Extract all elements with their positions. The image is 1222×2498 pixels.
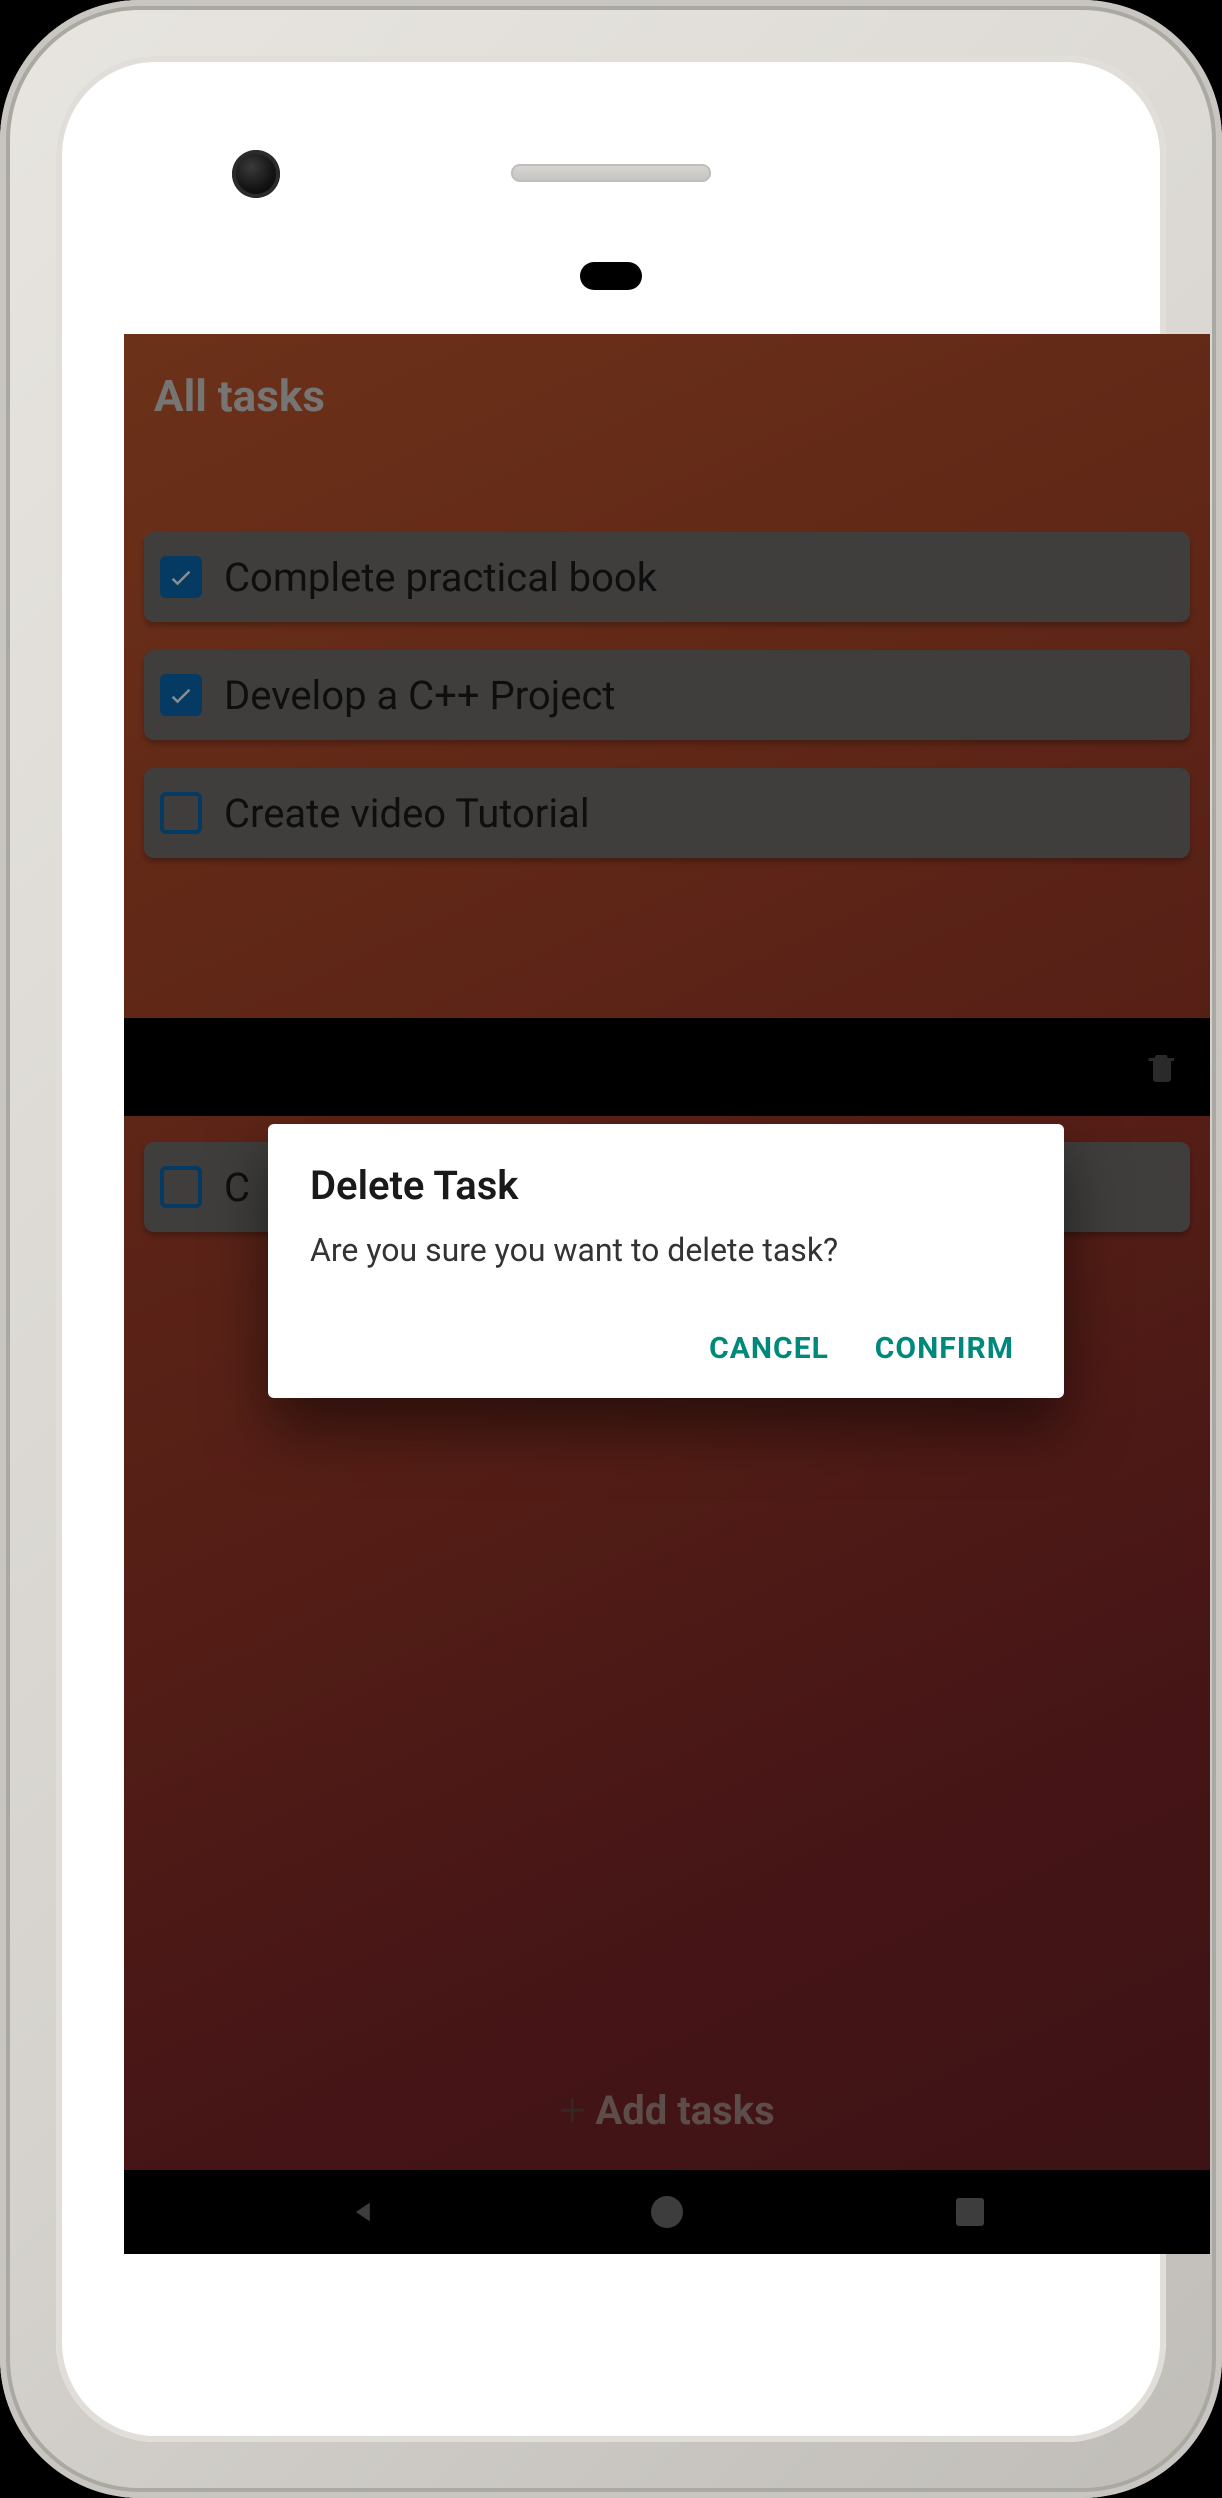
front-camera: [232, 150, 280, 198]
delete-task-dialog: Delete Task Are you sure you want to del…: [268, 1124, 1064, 1398]
cancel-button[interactable]: CANCEL: [709, 1331, 829, 1366]
volume-button: [1218, 760, 1222, 1000]
speaker-grille: [511, 164, 711, 182]
phone-frame: All tasks Complete practical book Develo…: [0, 0, 1222, 2498]
phone-bezel: All tasks Complete practical book Develo…: [56, 56, 1166, 2442]
dialog-title: Delete Task: [310, 1162, 1022, 1209]
confirm-button[interactable]: CONFIRM: [875, 1331, 1014, 1366]
dialog-actions: CANCEL CONFIRM: [310, 1331, 1022, 1376]
dialog-message: Are you sure you want to delete task?: [310, 1231, 1022, 1269]
power-button: [1218, 1050, 1222, 1190]
sensor-cutout: [580, 262, 642, 290]
screen: All tasks Complete practical book Develo…: [124, 334, 1210, 2254]
